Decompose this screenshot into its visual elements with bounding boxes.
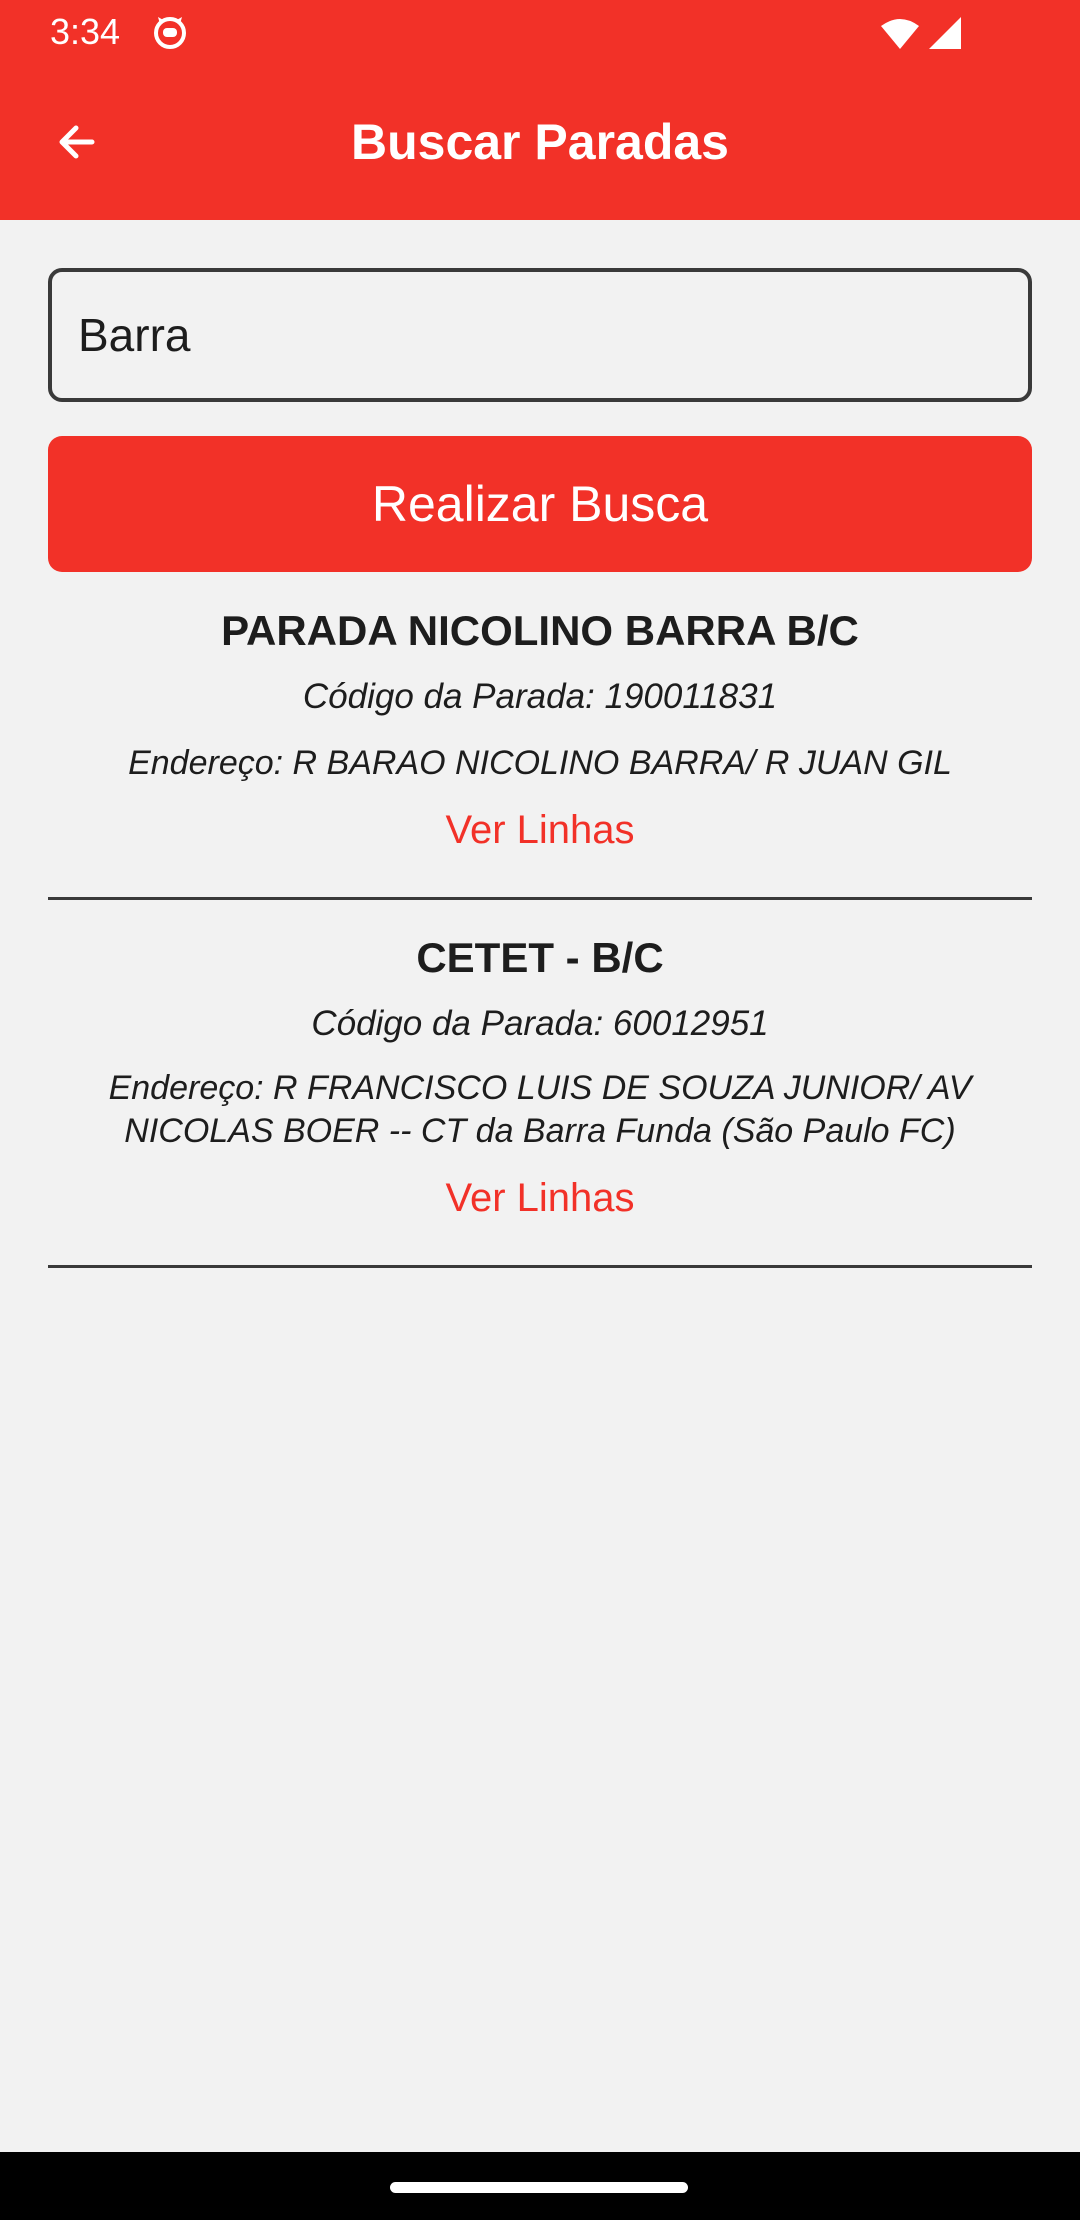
stop-result: PARADA NICOLINO BARRA B/C Código da Para… <box>48 606 1032 853</box>
stop-code: Código da Parada: 190011831 <box>302 677 778 716</box>
stop-name: CETET - B/C <box>416 934 664 981</box>
view-lines-link[interactable]: Ver Linhas <box>445 807 634 853</box>
search-button[interactable]: Realizar Busca <box>48 436 1032 572</box>
stop-result: CETET - B/C Código da Parada: 60012951 E… <box>48 933 1032 1221</box>
stop-name: PARADA NICOLINO BARRA B/C <box>221 607 859 654</box>
status-time: 3:34 <box>50 11 121 52</box>
back-button[interactable] <box>36 104 116 184</box>
stop-code: Código da Parada: 60012951 <box>311 1004 769 1043</box>
cat-notification-icon <box>152 14 188 50</box>
divider <box>48 1265 1032 1268</box>
app-bar: Buscar Paradas <box>0 64 1080 220</box>
search-input[interactable] <box>48 268 1032 402</box>
page-title: Buscar Paradas <box>350 114 729 170</box>
divider <box>48 897 1032 900</box>
stop-address: Endereço: R BARAO NICOLINO BARRA/ R JUAN… <box>128 744 952 782</box>
arrow-back-icon <box>52 118 100 171</box>
home-indicator[interactable] <box>390 2182 688 2193</box>
status-bar: 3:34 <box>0 0 1080 64</box>
stop-address: Endereço: R FRANCISCO LUIS DE SOUZA JUNI… <box>108 1069 972 1150</box>
wifi-icon <box>880 18 920 50</box>
view-lines-link[interactable]: Ver Linhas <box>445 1175 634 1221</box>
signal-icon <box>928 16 962 50</box>
